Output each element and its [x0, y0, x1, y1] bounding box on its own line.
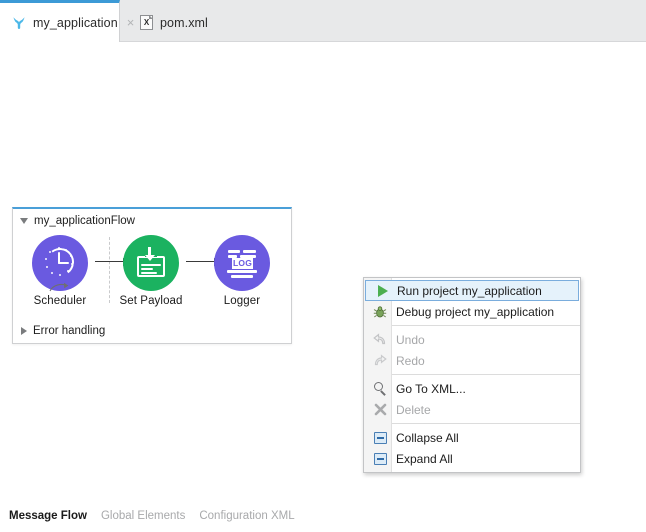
tab-my_application[interactable]: my_application ×	[0, 0, 134, 42]
menu-item-label: Expand All	[396, 451, 453, 466]
editor-view-tabs: Message Flow Global Elements Configurati…	[0, 500, 646, 532]
menu-separator	[392, 325, 580, 326]
flow-container[interactable]: my_applicationFlow Scheduler Set Payload…	[12, 207, 292, 344]
view-tab-global-elements[interactable]: Global Elements	[101, 510, 185, 522]
undo-arrow-icon	[372, 332, 388, 348]
tab-label: pom.xml	[160, 15, 208, 30]
flow-node-row: Scheduler Set Payload LOG Logger	[13, 235, 293, 317]
node-label: Logger	[223, 295, 261, 307]
menu-item-collapse-all[interactable]: Collapse All	[364, 427, 580, 448]
flow-title: my_applicationFlow	[34, 215, 135, 227]
menu-item-undo: Undo	[364, 329, 580, 350]
menu-separator	[392, 374, 580, 375]
editor-tab-bar: my_application × X pom.xml	[0, 0, 646, 42]
redo-arrow-icon	[372, 353, 388, 369]
xml-file-icon: X	[140, 15, 153, 30]
flow-canvas[interactable]: my_applicationFlow Scheduler Set Payload…	[0, 42, 646, 500]
node-label: Scheduler	[33, 295, 87, 307]
menu-item-label: Delete	[396, 402, 431, 417]
menu-item-label: Redo	[396, 353, 425, 368]
chevron-down-icon[interactable]	[20, 218, 28, 224]
menu-item-label: Go To XML...	[396, 381, 466, 396]
menu-item-run-project[interactable]: Run project my_application	[365, 280, 579, 301]
view-tab-configuration-xml[interactable]: Configuration XML	[199, 510, 294, 522]
error-handling-row[interactable]: Error handling	[13, 325, 105, 337]
menu-item-delete: Delete	[364, 399, 580, 420]
scheduler-disc	[32, 235, 88, 292]
context-menu[interactable]: Run project my_application Debug project…	[363, 277, 581, 473]
flow-header[interactable]: my_applicationFlow	[13, 209, 291, 227]
menu-item-debug-project[interactable]: Debug project my_application	[364, 301, 580, 322]
collapse-doc-icon	[372, 430, 388, 446]
delete-x-icon	[372, 402, 388, 418]
menu-item-label: Run project my_application	[397, 283, 542, 298]
run-icon	[374, 283, 390, 299]
view-tab-message-flow[interactable]: Message Flow	[9, 510, 87, 522]
menu-item-expand-all[interactable]: Expand All	[364, 448, 580, 469]
chevron-right-icon[interactable]	[21, 327, 27, 335]
logger-disc: LOG	[214, 235, 270, 291]
scheduler-arrow-icon	[49, 282, 69, 292]
menu-item-label: Debug project my_application	[396, 304, 555, 319]
ide-editor-window: my_application × X pom.xml my_applicatio…	[0, 0, 646, 532]
log-icon: LOG	[226, 249, 258, 278]
flow-node-logger[interactable]: LOG Logger	[207, 235, 277, 307]
node-label: Set Payload	[119, 295, 183, 307]
set-payload-disc	[123, 235, 179, 291]
debug-bug-icon	[372, 304, 388, 320]
error-handling-label: Error handling	[33, 325, 106, 337]
flow-node-set-payload[interactable]: Set Payload	[116, 235, 186, 307]
clock-icon	[43, 246, 77, 280]
expand-doc-icon	[372, 451, 388, 467]
menu-separator	[392, 423, 580, 424]
search-icon	[372, 381, 388, 397]
menu-item-redo: Redo	[364, 350, 580, 371]
menu-item-label: Collapse All	[396, 430, 459, 445]
mule-icon	[12, 16, 26, 30]
menu-item-label: Undo	[396, 332, 425, 347]
set-payload-icon	[135, 247, 167, 278]
source-divider	[109, 237, 110, 303]
tab-pom-xml[interactable]: X pom.xml	[128, 0, 238, 42]
tab-label: my_application	[33, 15, 118, 30]
log-text: LOG	[232, 258, 253, 269]
menu-item-go-to-xml[interactable]: Go To XML...	[364, 378, 580, 399]
flow-node-scheduler[interactable]: Scheduler	[25, 235, 95, 307]
